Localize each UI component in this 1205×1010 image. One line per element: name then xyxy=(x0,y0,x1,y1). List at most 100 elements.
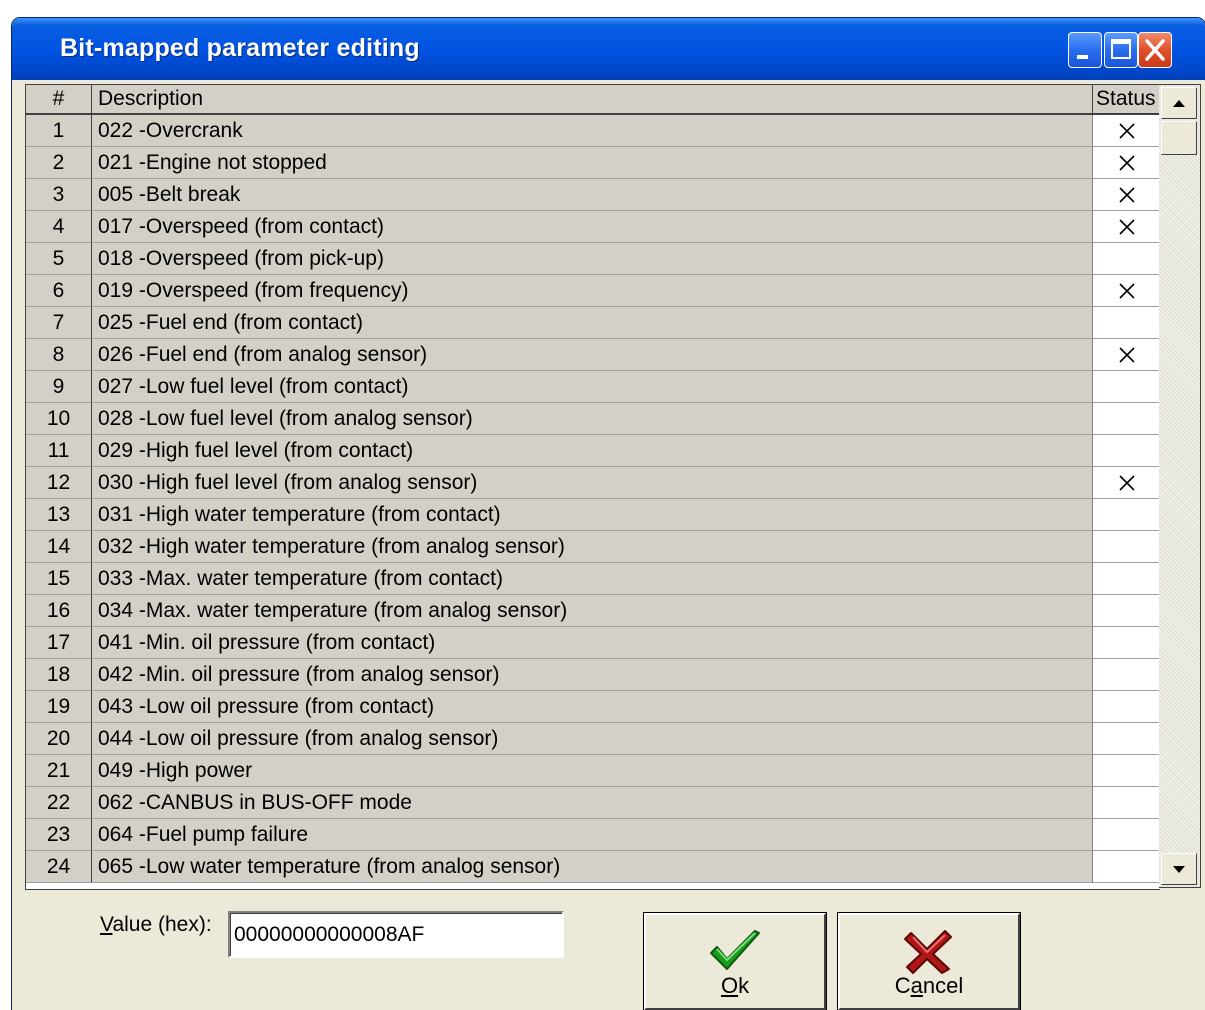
row-number: 20 xyxy=(26,723,92,755)
table-row[interactable]: 17 041 -Min. oil pressure (from contact) xyxy=(26,627,1160,659)
row-status[interactable] xyxy=(1093,211,1160,243)
row-description: 030 -High fuel level (from analog sensor… xyxy=(92,467,1093,499)
row-status[interactable] xyxy=(1093,563,1160,595)
row-number: 9 xyxy=(26,371,92,403)
cancel-x-icon xyxy=(904,930,952,974)
row-number: 23 xyxy=(26,819,92,851)
table-row[interactable]: 12 030 -High fuel level (from analog sens… xyxy=(26,467,1160,499)
column-header-number[interactable]: # xyxy=(26,85,92,115)
table-row[interactable]: 19 043 -Low oil pressure (from contact) xyxy=(26,691,1160,723)
checkmark-icon xyxy=(710,930,760,970)
row-number: 16 xyxy=(26,595,92,627)
table-row[interactable]: 11 029 -High fuel level (from contact) xyxy=(26,435,1160,467)
column-header-status[interactable]: Status xyxy=(1093,85,1160,115)
row-status[interactable] xyxy=(1093,371,1160,403)
status-x-icon xyxy=(1118,123,1135,139)
status-x-icon xyxy=(1118,187,1135,203)
row-status[interactable] xyxy=(1093,339,1160,371)
row-status[interactable] xyxy=(1093,627,1160,659)
row-number: 1 xyxy=(26,115,92,147)
value-hex-label: Value (hex): xyxy=(100,913,212,936)
row-description: 029 -High fuel level (from contact) xyxy=(92,435,1093,467)
maximize-button[interactable] xyxy=(1104,32,1138,68)
row-status[interactable] xyxy=(1093,435,1160,467)
table-row[interactable]: 2 021 -Engine not stopped xyxy=(26,147,1160,179)
table-row[interactable]: 10 028 -Low fuel level (from analog senso… xyxy=(26,403,1160,435)
row-status[interactable] xyxy=(1093,179,1160,211)
table-row[interactable]: 7 025 -Fuel end (from contact) xyxy=(26,307,1160,339)
dialog-window: Bit-mapped parameter editing # Descripti… xyxy=(12,18,1205,1010)
scroll-thumb[interactable] xyxy=(1161,121,1197,155)
table-row[interactable]: 1 022 -Overcrank xyxy=(26,115,1160,147)
row-number: 7 xyxy=(26,307,92,339)
row-status[interactable] xyxy=(1093,723,1160,755)
table-row[interactable]: 9 027 -Low fuel level (from contact) xyxy=(26,371,1160,403)
table-row[interactable]: 5 018 -Overspeed (from pick-up) xyxy=(26,243,1160,275)
row-description: 064 -Fuel pump failure xyxy=(92,819,1093,851)
row-number: 12 xyxy=(26,467,92,499)
table-row[interactable]: 21 049 -High power xyxy=(26,755,1160,787)
row-description: 034 -Max. water temperature (from analog… xyxy=(92,595,1093,627)
value-hex-input[interactable] xyxy=(228,911,564,958)
row-number: 4 xyxy=(26,211,92,243)
row-number: 17 xyxy=(26,627,92,659)
row-description: 031 -High water temperature (from contac… xyxy=(92,499,1093,531)
maximize-icon xyxy=(1111,39,1131,59)
row-status[interactable] xyxy=(1093,659,1160,691)
row-description: 017 -Overspeed (from contact) xyxy=(92,211,1093,243)
table-row[interactable]: 6 019 -Overspeed (from frequency) xyxy=(26,275,1160,307)
row-number: 3 xyxy=(26,179,92,211)
row-status[interactable] xyxy=(1093,755,1160,787)
row-description: 032 -High water temperature (from analog… xyxy=(92,531,1093,563)
row-status[interactable] xyxy=(1093,467,1160,499)
row-description: 028 -Low fuel level (from analog sensor) xyxy=(92,403,1093,435)
close-button[interactable] xyxy=(1138,32,1172,68)
row-status[interactable] xyxy=(1093,243,1160,275)
table-row[interactable]: 22 062 -CANBUS in BUS-OFF mode xyxy=(26,787,1160,819)
parameter-grid[interactable]: # Description Status 1 022 -Overcrank 2 021… xyxy=(25,84,1160,890)
row-status[interactable] xyxy=(1093,531,1160,563)
row-number: 19 xyxy=(26,691,92,723)
row-status[interactable] xyxy=(1093,595,1160,627)
scroll-down-button[interactable] xyxy=(1161,853,1197,885)
row-status[interactable] xyxy=(1093,851,1160,883)
row-status[interactable] xyxy=(1093,499,1160,531)
title-bar[interactable]: Bit-mapped parameter editing xyxy=(12,18,1205,80)
row-status[interactable] xyxy=(1093,307,1160,339)
vertical-scrollbar[interactable] xyxy=(1159,84,1201,888)
close-icon xyxy=(1145,39,1165,61)
minimize-button[interactable] xyxy=(1068,32,1102,68)
table-row[interactable]: 20 044 -Low oil pressure (from analog sen… xyxy=(26,723,1160,755)
scroll-up-button[interactable] xyxy=(1161,87,1197,119)
table-row[interactable]: 8 026 -Fuel end (from analog sensor) xyxy=(26,339,1160,371)
row-status[interactable] xyxy=(1093,275,1160,307)
row-description: 021 -Engine not stopped xyxy=(92,147,1093,179)
ok-button[interactable]: Ok xyxy=(643,912,827,1010)
table-row[interactable]: 14 032 -High water temperature (from anal… xyxy=(26,531,1160,563)
row-description: 027 -Low fuel level (from contact) xyxy=(92,371,1093,403)
status-x-icon xyxy=(1118,155,1135,171)
table-row[interactable]: 13 031 -High water temperature (from cont… xyxy=(26,499,1160,531)
row-description: 041 -Min. oil pressure (from contact) xyxy=(92,627,1093,659)
window-title: Bit-mapped parameter editing xyxy=(60,34,420,62)
row-status[interactable] xyxy=(1093,787,1160,819)
row-status[interactable] xyxy=(1093,691,1160,723)
row-description: 025 -Fuel end (from contact) xyxy=(92,307,1093,339)
row-number: 8 xyxy=(26,339,92,371)
table-row[interactable]: 23 064 -Fuel pump failure xyxy=(26,819,1160,851)
table-row[interactable]: 15 033 -Max. water temperature (from cont… xyxy=(26,563,1160,595)
row-status[interactable] xyxy=(1093,403,1160,435)
column-header-description[interactable]: Description xyxy=(92,85,1093,115)
table-row[interactable]: 16 034 -Max. water temperature (from anal… xyxy=(26,595,1160,627)
table-row[interactable]: 18 042 -Min. oil pressure (from analog se… xyxy=(26,659,1160,691)
table-row[interactable]: 24 065 -Low water temperature (from analo… xyxy=(26,851,1160,883)
status-x-icon xyxy=(1118,475,1135,491)
cancel-button[interactable]: Cancel xyxy=(837,912,1021,1010)
row-description: 026 -Fuel end (from analog sensor) xyxy=(92,339,1093,371)
row-status[interactable] xyxy=(1093,147,1160,179)
row-status[interactable] xyxy=(1093,819,1160,851)
row-status[interactable] xyxy=(1093,115,1160,147)
table-row[interactable]: 3 005 -Belt break xyxy=(26,179,1160,211)
table-row[interactable]: 4 017 -Overspeed (from contact) xyxy=(26,211,1160,243)
arrow-down-icon xyxy=(1173,866,1185,873)
